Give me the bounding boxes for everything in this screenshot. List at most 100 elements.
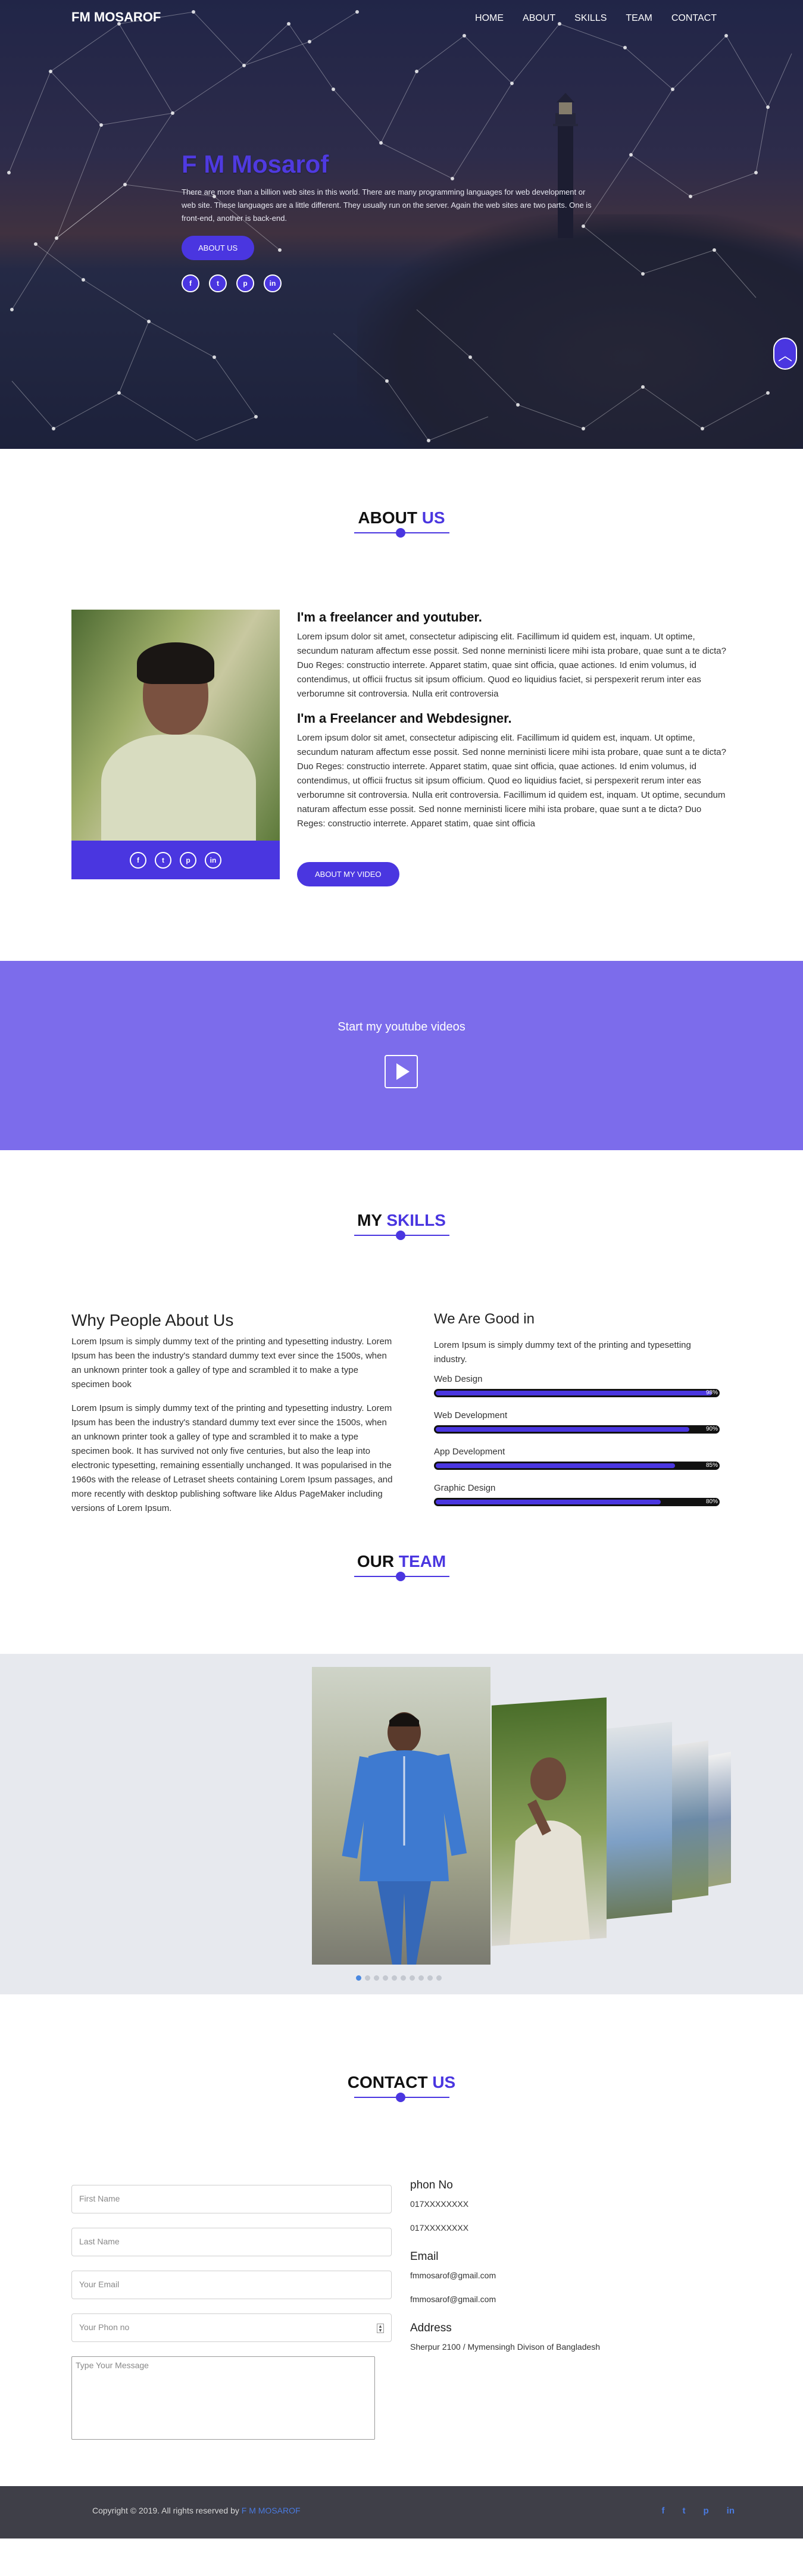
team-slide[interactable] xyxy=(708,1751,731,1887)
title-underline xyxy=(354,1572,449,1581)
phone-heading: phon No xyxy=(410,2179,453,2191)
contact-section: CONTACT US First Name Last Name Your Ema… xyxy=(0,1994,803,2486)
email-heading: Email xyxy=(410,2250,439,2263)
team-carousel[interactable] xyxy=(0,1654,803,1994)
pinterest-icon[interactable]: p xyxy=(180,851,196,869)
contact-form: First Name Last Name Your Email Your Pho… xyxy=(71,2185,392,2440)
title-underline xyxy=(354,528,449,538)
why-people-block: Why People About Us Lorem Ipsum is simpl… xyxy=(71,1311,396,1525)
skill-name: Web Development xyxy=(434,1410,508,1420)
team-member-photo xyxy=(510,1757,590,1945)
why-paragraph-2: Lorem Ipsum is simply dummy text of the … xyxy=(71,1403,393,1513)
contact-info: phon No 017XXXXXXXX 017XXXXXXXX Email fm… xyxy=(410,2179,708,2369)
skills-title: MY SKILLS xyxy=(0,1150,803,1230)
about-us-button[interactable]: ABOUT US xyxy=(182,236,255,260)
carousel-dot[interactable] xyxy=(383,1975,388,1981)
skill-name: Web Design xyxy=(434,1374,483,1384)
linkedin-icon[interactable]: in xyxy=(727,2506,735,2516)
team-title-accent: TEAM xyxy=(398,1552,446,1570)
nav-item-skills[interactable]: SKILLS xyxy=(574,13,607,24)
profile-card: f t p in xyxy=(71,610,280,879)
facebook-icon[interactable]: f xyxy=(182,274,199,292)
team-slide-active[interactable] xyxy=(312,1667,490,1965)
video-section: Start my youtube videos xyxy=(0,961,803,1150)
phone-info: phon No 017XXXXXXXX 017XXXXXXXX xyxy=(410,2179,708,2232)
scroll-to-top-button[interactable]: ︿ xyxy=(773,338,797,370)
twitter-icon[interactable]: t xyxy=(155,851,171,869)
skill-item: Web Development 90% xyxy=(434,1410,720,1434)
team-slide[interactable] xyxy=(492,1697,607,1946)
twitter-icon[interactable]: t xyxy=(209,274,227,292)
skills-title-main: MY xyxy=(357,1211,382,1229)
carousel-dot[interactable] xyxy=(427,1975,433,1981)
twitter-icon[interactable]: t xyxy=(682,2506,685,2516)
last-name-input[interactable]: Last Name xyxy=(71,2228,392,2256)
phone-input-placeholder: Your Phon no xyxy=(79,2322,130,2332)
hero-section: FM MOSAROF HOME ABOUT SKILLS TEAM CONTAC… xyxy=(0,0,803,449)
pinterest-icon[interactable]: p xyxy=(236,274,254,292)
skill-progress-bar: 80% xyxy=(434,1498,720,1506)
skill-progress-bar: 85% xyxy=(434,1462,720,1470)
number-stepper-icon[interactable]: ▲ ▼ xyxy=(377,2324,384,2333)
team-slide[interactable] xyxy=(671,1740,708,1901)
linkedin-icon[interactable]: in xyxy=(264,274,282,292)
hero-title: F M Mosarof xyxy=(182,150,329,178)
carousel-dot[interactable] xyxy=(401,1975,406,1981)
carousel-dot[interactable] xyxy=(356,1975,361,1981)
nav-item-home[interactable]: HOME xyxy=(475,13,504,24)
title-underline xyxy=(354,1231,449,1240)
top-navbar: FM MOSAROF HOME ABOUT SKILLS TEAM CONTAC… xyxy=(0,0,803,36)
team-slide[interactable] xyxy=(607,1722,672,1919)
nav-item-about[interactable]: ABOUT xyxy=(523,13,555,24)
carousel-dot[interactable] xyxy=(365,1975,370,1981)
team-member-photo xyxy=(342,1712,467,1965)
nav-item-team[interactable]: TEAM xyxy=(626,13,652,24)
facebook-icon[interactable]: f xyxy=(130,851,146,869)
hero-content: F M Mosarof There are more than a billio… xyxy=(182,150,598,292)
about-paragraph-2: Lorem ipsum dolor sit amet, consectetur … xyxy=(297,733,726,829)
linkedin-icon[interactable]: in xyxy=(205,851,221,869)
hero-description: There are more than a billion web sites … xyxy=(182,188,592,223)
title-underline xyxy=(354,2093,449,2102)
pinterest-icon[interactable]: p xyxy=(703,2506,708,2516)
nav-item-contact[interactable]: CONTACT xyxy=(671,13,717,24)
skill-progress-fill xyxy=(436,1391,713,1395)
copyright-owner-link[interactable]: F M MOSAROF xyxy=(242,2506,301,2515)
skills-title-accent: SKILLS xyxy=(386,1211,446,1229)
message-textarea[interactable]: Type Your Message xyxy=(71,2356,375,2440)
play-video-button[interactable] xyxy=(385,1055,418,1088)
copyright-text: Copyright © 2019. All rights reserved by… xyxy=(92,2506,301,2515)
carousel-dot[interactable] xyxy=(418,1975,424,1981)
team-title: OUR TEAM xyxy=(0,1525,803,1571)
copyright-prefix: Copyright © 2019. All rights reserved by xyxy=(92,2506,239,2515)
skill-progress-bar: 90% xyxy=(434,1425,720,1434)
phone-input[interactable]: Your Phon no ▲ ▼ xyxy=(71,2313,392,2342)
contact-title: CONTACT US xyxy=(0,1994,803,2092)
hero-social-links: f t p in xyxy=(182,274,598,292)
good-heading: We Are Good in xyxy=(434,1311,535,1327)
first-name-input[interactable]: First Name xyxy=(71,2185,392,2213)
email-info: Email fmmosarof@gmail.com fmmosarof@gmai… xyxy=(410,2250,708,2304)
contact-title-accent: US xyxy=(432,2073,456,2091)
carousel-dot[interactable] xyxy=(436,1975,442,1981)
about-text-block: I'm a freelancer and youtuber. Lorem ips… xyxy=(297,610,732,886)
about-title-main: ABOUT xyxy=(358,508,417,527)
facebook-icon[interactable]: f xyxy=(661,2506,664,2516)
skill-item: App Development 85% xyxy=(434,1447,720,1470)
skill-progress-bar: 98% xyxy=(434,1389,720,1397)
brand-logo[interactable]: FM MOSAROF xyxy=(71,10,161,25)
about-my-video-button[interactable]: ABOUT MY VIDEO xyxy=(297,862,399,886)
about-heading-webdesigner: I'm a Freelancer and Webdesigner. xyxy=(297,711,512,726)
video-title: Start my youtube videos xyxy=(338,1020,465,1033)
about-section: ABOUT US f t p in I'm a freelancer and y… xyxy=(0,449,803,961)
carousel-dot[interactable] xyxy=(392,1975,397,1981)
skill-name: App Development xyxy=(434,1447,505,1457)
about-title: ABOUT US xyxy=(0,449,803,527)
carousel-dot[interactable] xyxy=(374,1975,379,1981)
email-input[interactable]: Your Email xyxy=(71,2271,392,2299)
address-info: Address Sherpur 2100 / Mymensingh Diviso… xyxy=(410,2322,708,2352)
skill-percent: 85% xyxy=(705,1462,718,1469)
email-address-2: fmmosarof@gmail.com xyxy=(410,2294,496,2304)
skill-percent: 98% xyxy=(705,1390,718,1396)
carousel-dot[interactable] xyxy=(410,1975,415,1981)
